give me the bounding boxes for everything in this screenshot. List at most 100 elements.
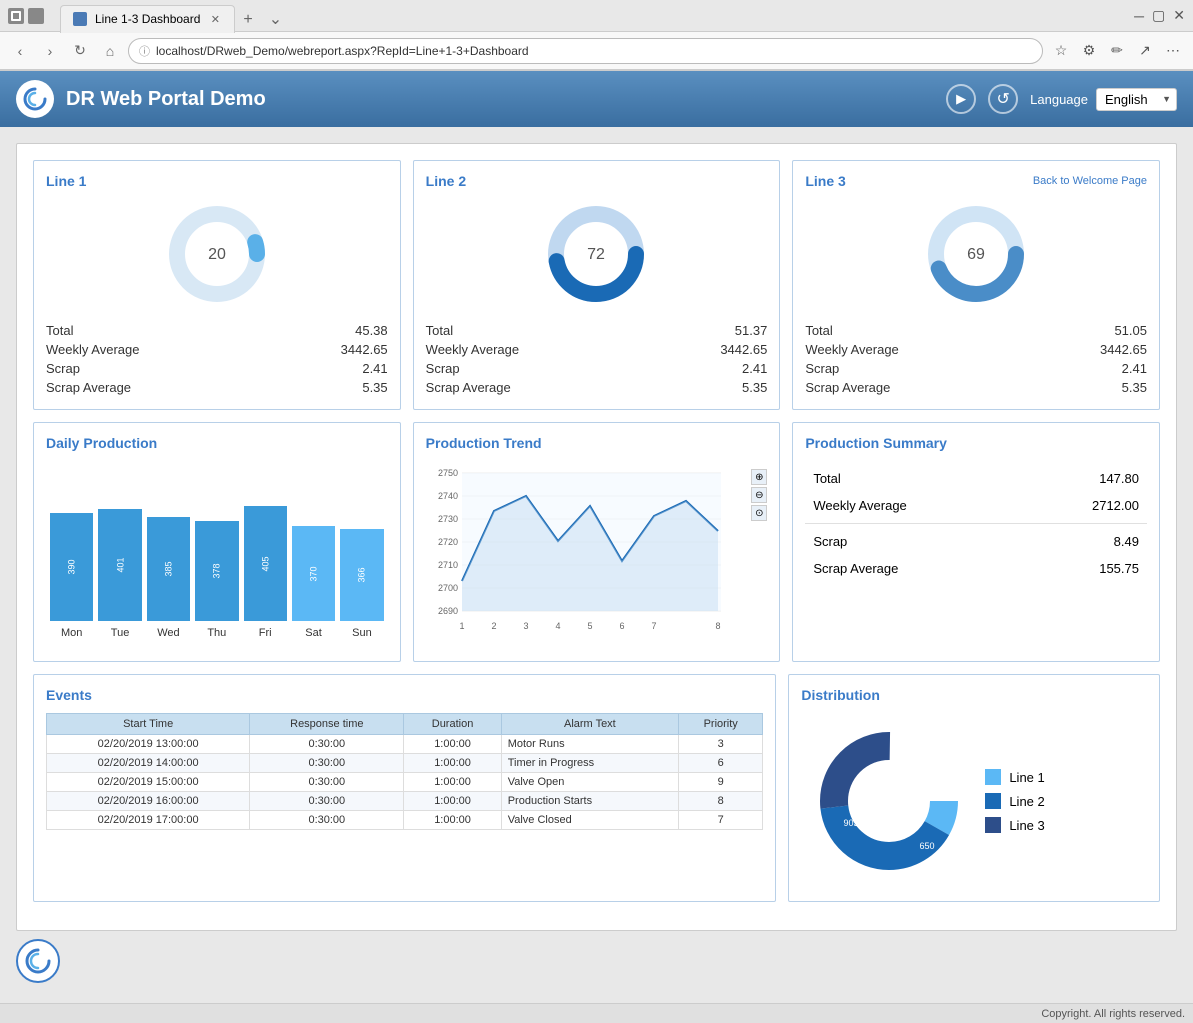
app-logo <box>16 80 54 118</box>
url-text: localhost/DRweb_Demo/webreport.aspx?RepI… <box>156 44 529 58</box>
svg-text:6: 6 <box>619 621 624 631</box>
summary-total-row: Total 147.80 <box>805 465 1147 492</box>
zoom-out-icon[interactable]: ⊖ <box>751 487 767 503</box>
tab-close-button[interactable]: ✕ <box>208 12 222 26</box>
zoom-reset-icon[interactable]: ⊙ <box>751 505 767 521</box>
legend-line1: Line 1 <box>985 769 1044 785</box>
svg-text:3: 3 <box>523 621 528 631</box>
bottom-bar: Copyright. All rights reserved. <box>0 1003 1193 1023</box>
lock-icon: ⓘ <box>139 43 150 59</box>
summary-scrap-row: Scrap 8.49 <box>805 528 1147 555</box>
bottom-row: Events Start Time Response time Duration… <box>33 674 1160 902</box>
l1-scrap-label: Scrap <box>46 361 80 376</box>
cell-alarm: Timer in Progress <box>501 754 678 773</box>
svg-text:903: 903 <box>844 818 859 828</box>
l2-wavg-label: Weekly Average <box>426 342 519 357</box>
l1-wavg-label: Weekly Average <box>46 342 139 357</box>
summary-wavg-value: 2712.00 <box>1092 498 1139 513</box>
tab-list-button[interactable]: ⌄ <box>261 5 290 33</box>
main-content: Line 1 20 Total45.38 Weekly Average3442.… <box>0 127 1193 1003</box>
distribution-legend: Line 1 Line 2 Line 3 <box>985 769 1044 833</box>
l3-total-label: Total <box>805 323 832 338</box>
zoom-in-icon[interactable]: ⊕ <box>751 469 767 485</box>
language-select[interactable]: English German French <box>1096 88 1177 111</box>
copyright-text: Copyright. All rights reserved. <box>1041 1008 1185 1020</box>
tab-favicon <box>73 12 87 26</box>
distribution-content: 370 903 650 Line 1 Line 2 <box>801 713 1147 889</box>
l2-total-label: Total <box>426 323 453 338</box>
play-button[interactable]: ▶ <box>946 84 976 114</box>
day-sun: Sun <box>340 627 383 639</box>
forward-button[interactable]: › <box>38 39 62 63</box>
l1-scrap-value: 2.41 <box>362 361 387 376</box>
cell-alarm: Motor Runs <box>501 735 678 754</box>
col-priority: Priority <box>679 714 763 735</box>
svg-text:7: 7 <box>651 621 656 631</box>
svg-text:20: 20 <box>208 246 226 263</box>
l3-scrapavg-value: 5.35 <box>1122 380 1147 395</box>
line3-card: Line 3 Back to Welcome Page 69 Total51.0… <box>792 160 1160 410</box>
day-fri: Fri <box>244 627 287 639</box>
address-bar-row: ‹ › ↻ ⌂ ⓘ localhost/DRweb_Demo/webreport… <box>0 32 1193 70</box>
l3-scrap-value: 2.41 <box>1122 361 1147 376</box>
line2-donut: 72 <box>426 199 768 309</box>
distribution-card: Distribution 370 903 <box>788 674 1160 902</box>
day-wed: Wed <box>147 627 190 639</box>
events-card: Events Start Time Response time Duration… <box>33 674 776 902</box>
line3-stats: Total51.05 Weekly Average3442.65 Scrap2.… <box>805 321 1147 397</box>
pen-icon[interactable]: ✏ <box>1105 39 1129 63</box>
language-wrapper[interactable]: English German French <box>1096 88 1177 111</box>
language-label: Language <box>1030 92 1088 107</box>
cell-alarm: Production Starts <box>501 792 678 811</box>
maximize-button[interactable]: ▢ <box>1152 7 1165 24</box>
footer-logo <box>16 939 60 983</box>
share-icon[interactable]: ↗ <box>1133 39 1157 63</box>
summary-wavg-row: Weekly Average 2712.00 <box>805 492 1147 519</box>
trend-chart-svg: 2750 2740 2730 2720 2710 2700 2690 <box>426 461 736 646</box>
browser-frame: Line 1-3 Dashboard ✕ + ⌄ ─ ▢ ✕ ‹ › ↻ ⌂ ⓘ… <box>0 0 1193 71</box>
language-area: Language English German French <box>1030 88 1177 111</box>
tab-title: Line 1-3 Dashboard <box>95 12 200 26</box>
cell-duration: 1:00:00 <box>404 792 501 811</box>
refresh-app-button[interactable]: ↺ <box>988 84 1018 114</box>
app-title: DR Web Portal Demo <box>66 88 934 111</box>
bar-chart: 390 401 385 37 <box>46 461 388 621</box>
l3-scrapavg-label: Scrap Average <box>805 380 890 395</box>
extensions-icon[interactable]: ⚙ <box>1077 39 1101 63</box>
cell-duration: 1:00:00 <box>404 773 501 792</box>
active-tab[interactable]: Line 1-3 Dashboard ✕ <box>60 5 235 33</box>
day-mon: Mon <box>50 627 93 639</box>
events-body: 02/20/2019 13:00:00 0:30:00 1:00:00 Moto… <box>47 735 763 830</box>
cell-response: 0:30:00 <box>250 811 404 830</box>
svg-text:4: 4 <box>555 621 560 631</box>
distribution-title: Distribution <box>801 687 1147 703</box>
legend-line3: Line 3 <box>985 817 1044 833</box>
bookmark-bar-icon[interactable]: ☆ <box>1049 39 1073 63</box>
line3-title: Line 3 <box>805 173 845 189</box>
cell-priority: 3 <box>679 735 763 754</box>
bar-mon: 390 <box>50 461 93 621</box>
summary-wavg-label: Weekly Average <box>813 498 906 513</box>
line1-title: Line 1 <box>46 173 388 189</box>
daily-production-card: Daily Production 390 401 385 <box>33 422 401 662</box>
new-tab-button[interactable]: + <box>235 7 260 33</box>
menu-icon[interactable]: ⋯ <box>1161 39 1185 63</box>
address-box[interactable]: ⓘ localhost/DRweb_Demo/webreport.aspx?Re… <box>128 38 1043 64</box>
cell-start: 02/20/2019 17:00:00 <box>47 811 250 830</box>
table-row: 02/20/2019 15:00:00 0:30:00 1:00:00 Valv… <box>47 773 763 792</box>
trend-chart-container: 2750 2740 2730 2720 2710 2700 2690 <box>426 461 768 649</box>
close-button[interactable]: ✕ <box>1173 7 1185 24</box>
summary-total-value: 147.80 <box>1099 471 1139 486</box>
l1-scrapavg-value: 5.35 <box>362 380 387 395</box>
day-tue: Tue <box>98 627 141 639</box>
minimize-button[interactable]: ─ <box>1134 8 1144 24</box>
bar-sat: 370 <box>292 461 335 621</box>
back-button[interactable]: ‹ <box>8 39 32 63</box>
back-to-welcome-link[interactable]: Back to Welcome Page <box>1033 175 1147 187</box>
home-button[interactable]: ⌂ <box>98 39 122 63</box>
col-start-time: Start Time <box>47 714 250 735</box>
svg-text:8: 8 <box>715 621 720 631</box>
refresh-button[interactable]: ↻ <box>68 39 92 63</box>
col-response-time: Response time <box>250 714 404 735</box>
line2-card: Line 2 72 Total51.37 Weekly Average3442.… <box>413 160 781 410</box>
